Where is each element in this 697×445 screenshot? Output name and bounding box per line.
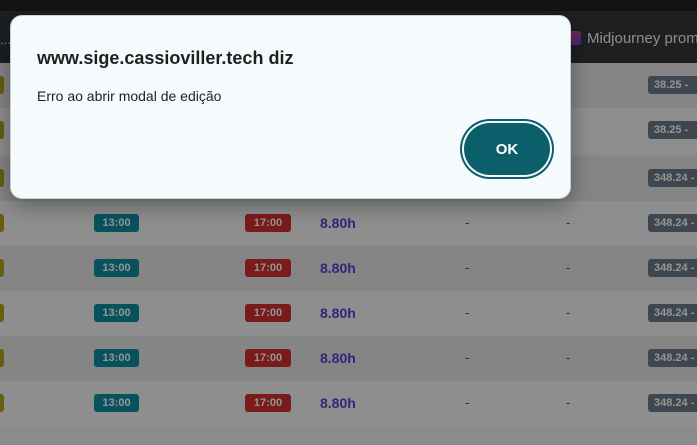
ok-button[interactable]: OK: [464, 123, 550, 175]
dialog-message: Erro ao abrir modal de edição: [37, 88, 222, 104]
alert-dialog: www.sige.cassioviller.tech diz Erro ao a…: [10, 15, 571, 199]
dialog-title: www.sige.cassioviller.tech diz: [37, 48, 294, 68]
